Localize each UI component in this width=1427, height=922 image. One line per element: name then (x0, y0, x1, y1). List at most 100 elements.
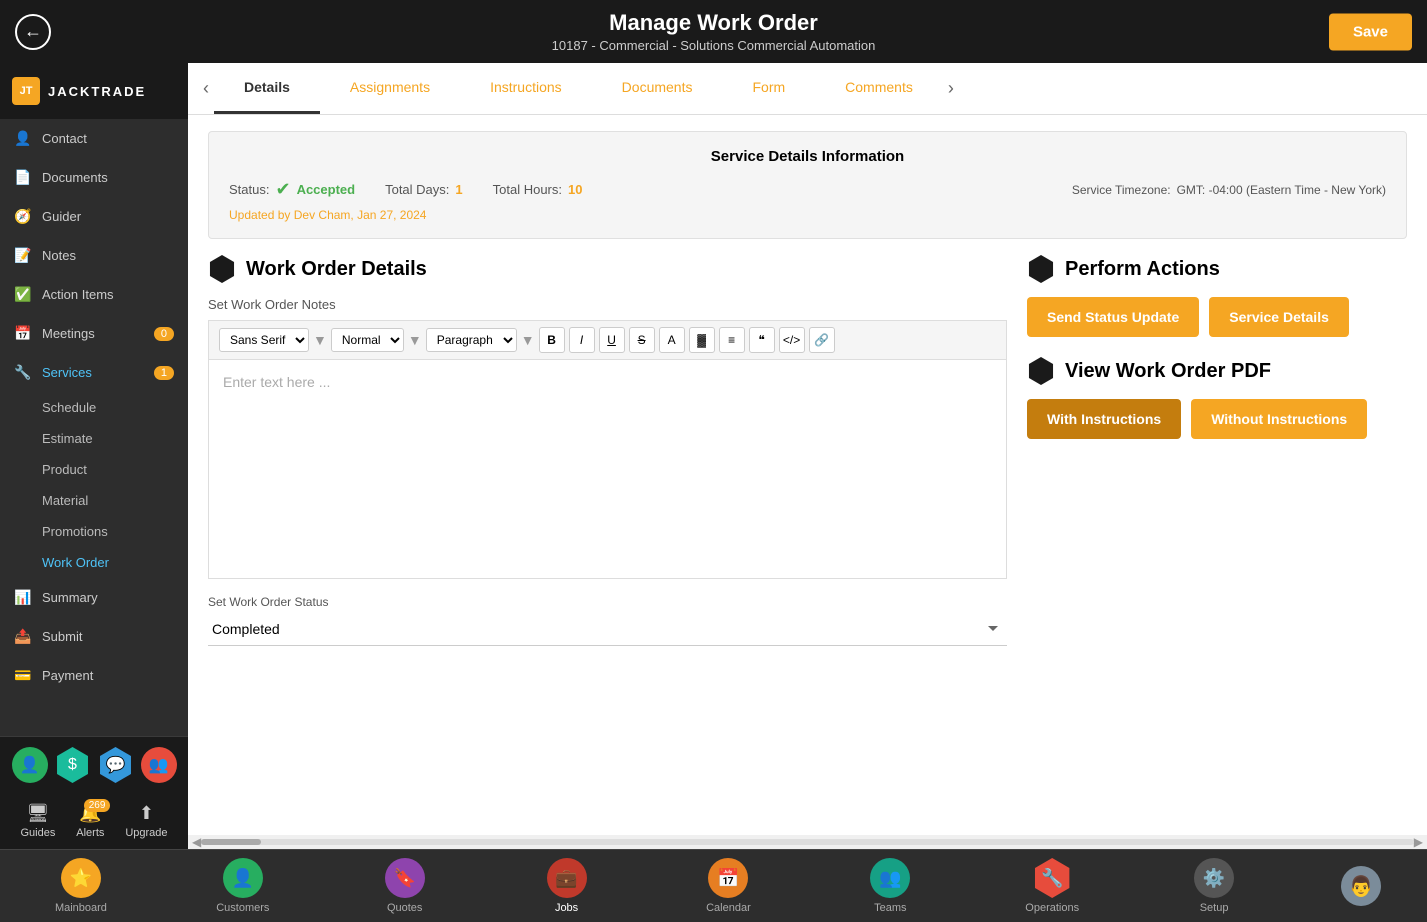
strikethrough-button[interactable]: S (629, 327, 655, 353)
upgrade-icon: ⬆ (139, 803, 154, 824)
sidebar-bottom-nav: 🖥 Guides 269 🔔 Alerts ⬆ Upgrade (0, 793, 188, 849)
customers-label: Customers (216, 902, 269, 914)
nav-setup[interactable]: ⚙️ Setup (1179, 858, 1249, 914)
tab-documents[interactable]: Documents (592, 63, 723, 114)
sidebar-bottom-icon-chat[interactable]: 💬 (98, 747, 134, 783)
sidebar-item-notes[interactable]: 📝 Notes (0, 236, 188, 275)
nav-customers[interactable]: 👤 Customers (208, 858, 278, 914)
tab-prev-button[interactable]: ‹ (198, 68, 214, 109)
sidebar-item-meetings[interactable]: 📅 Meetings 0 (0, 314, 188, 353)
without-instructions-button[interactable]: Without Instructions (1191, 399, 1367, 439)
total-hours-item: Total Hours: 10 (493, 182, 583, 197)
work-order-hex-icon (208, 255, 236, 283)
content-area: ‹ Details Assignments Instructions Docum… (188, 63, 1427, 849)
sidebar-item-services[interactable]: 🔧 Services 1 (0, 353, 188, 392)
user-avatar[interactable]: 👨 (1341, 866, 1381, 906)
sidebar-item-summary[interactable]: 📊 Summary (0, 578, 188, 617)
tab-assignments[interactable]: Assignments (320, 63, 460, 114)
tab-comments[interactable]: Comments (815, 63, 943, 114)
guider-icon: 🧭 (14, 208, 32, 225)
updated-by-name: Dev Cham (294, 208, 351, 222)
sidebar-bottom-icon-person[interactable]: 👤 (12, 747, 48, 783)
sidebar-item-documents[interactable]: 📄 Documents (0, 158, 188, 197)
tab-form[interactable]: Form (722, 63, 815, 114)
status-select[interactable]: Completed (208, 613, 1007, 646)
nav-calendar[interactable]: 📅 Calendar (693, 858, 763, 914)
sidebar-sub-material[interactable]: Material (0, 485, 188, 516)
service-info-box: Service Details Information Status: ✔ Ac… (208, 131, 1407, 239)
alerts-nav[interactable]: 269 🔔 Alerts (76, 803, 104, 839)
underline-button[interactable]: U (599, 327, 625, 353)
scroll-right-btn[interactable]: ▶ (1414, 835, 1423, 849)
action-buttons-row: Send Status Update Service Details (1027, 297, 1407, 337)
horizontal-scrollbar[interactable]: ◀ ▶ (188, 835, 1427, 849)
nav-quotes[interactable]: 🔖 Quotes (370, 858, 440, 914)
notes-icon: 📝 (14, 247, 32, 264)
pdf-buttons-row: With Instructions Without Instructions (1027, 399, 1407, 439)
code-button[interactable]: </> (779, 327, 805, 353)
save-button[interactable]: Save (1329, 13, 1412, 50)
documents-icon: 📄 (14, 169, 32, 186)
sidebar-sub-product[interactable]: Product (0, 454, 188, 485)
upgrade-nav[interactable]: ⬆ Upgrade (125, 803, 167, 839)
sidebar-sub-work-order[interactable]: Work Order (0, 547, 188, 578)
sidebar-item-label: Documents (42, 170, 108, 185)
notes-placeholder: Enter text here ... (223, 374, 330, 390)
send-status-update-button[interactable]: Send Status Update (1027, 297, 1199, 337)
sidebar-item-contact[interactable]: 👤 Contact (0, 119, 188, 158)
total-days-label: Total Days: (385, 182, 449, 197)
material-label: Material (42, 493, 88, 508)
list-button[interactable]: ≡ (719, 327, 745, 353)
with-instructions-button[interactable]: With Instructions (1027, 399, 1181, 439)
nav-jobs[interactable]: 💼 Jobs (532, 858, 602, 914)
guides-label: Guides (20, 827, 55, 839)
tab-details[interactable]: Details (214, 63, 320, 114)
font-color-button[interactable]: A (659, 327, 685, 353)
scroll-left-btn[interactable]: ◀ (192, 835, 201, 849)
sidebar-item-submit[interactable]: 📤 Submit (0, 617, 188, 656)
sidebar-item-guider[interactable]: 🧭 Guider (0, 197, 188, 236)
sidebar-item-label: Contact (42, 131, 87, 146)
guides-nav[interactable]: 🖥 Guides (20, 803, 55, 839)
back-button[interactable]: ← (15, 14, 51, 50)
sidebar-bottom-icon-dollar[interactable]: $ (55, 747, 91, 783)
status-section: Set Work Order Status Completed (208, 595, 1007, 646)
scrollbar-track (201, 839, 1414, 845)
nav-teams[interactable]: 👥 Teams (855, 858, 925, 914)
paragraph-select[interactable]: Paragraph (426, 328, 517, 352)
bold-button[interactable]: B (539, 327, 565, 353)
link-button[interactable]: 🔗 (809, 327, 835, 353)
nav-operations[interactable]: 🔧 Operations (1017, 858, 1087, 914)
notes-textarea[interactable]: Enter text here ... (208, 359, 1007, 579)
sidebar-item-payment[interactable]: 💳 Payment (0, 656, 188, 695)
italic-button[interactable]: I (569, 327, 595, 353)
action-items-icon: ✅ (14, 286, 32, 303)
contact-icon: 👤 (14, 130, 32, 147)
service-details-button[interactable]: Service Details (1209, 297, 1349, 337)
sidebar-sub-estimate[interactable]: Estimate (0, 423, 188, 454)
rich-text-editor: Sans Serif ▼ Normal ▼ Paragraph (208, 320, 1007, 579)
service-info-row: Status: ✔ Accepted Total Days: 1 Total H… (229, 179, 1386, 200)
estimate-label: Estimate (42, 431, 93, 446)
sidebar-item-action-items[interactable]: ✅ Action Items (0, 275, 188, 314)
font-size-select[interactable]: Normal (331, 328, 404, 352)
page-title: Manage Work Order (20, 10, 1407, 36)
view-pdf-title: View Work Order PDF (1027, 357, 1407, 385)
submit-icon: 📤 (14, 628, 32, 645)
nav-mainboard[interactable]: ⭐ Mainboard (46, 858, 116, 914)
sidebar-sub-schedule[interactable]: Schedule (0, 392, 188, 423)
quote-button[interactable]: ❝ (749, 327, 775, 353)
sidebar-bottom-icon-group[interactable]: 👥 (141, 747, 177, 783)
timezone-item: Service Timezone: GMT: -04:00 (Eastern T… (1072, 183, 1386, 197)
sidebar-item-label: Payment (42, 668, 93, 683)
main-scroll-area[interactable]: Service Details Information Status: ✔ Ac… (188, 115, 1427, 835)
sidebar-sub-promotions[interactable]: Promotions (0, 516, 188, 547)
page-subtitle: 10187 - Commercial - Solutions Commercia… (20, 38, 1407, 53)
tab-instructions[interactable]: Instructions (460, 63, 592, 114)
status-section-label: Set Work Order Status (208, 595, 1007, 609)
sidebar-nav: 👤 Contact 📄 Documents 🧭 Guider 📝 Notes ✅… (0, 119, 188, 736)
highlight-button[interactable]: ▓ (689, 327, 715, 353)
perform-actions-hex-icon (1027, 255, 1055, 283)
font-family-select[interactable]: Sans Serif (219, 328, 309, 352)
tab-next-button[interactable]: › (943, 68, 959, 109)
